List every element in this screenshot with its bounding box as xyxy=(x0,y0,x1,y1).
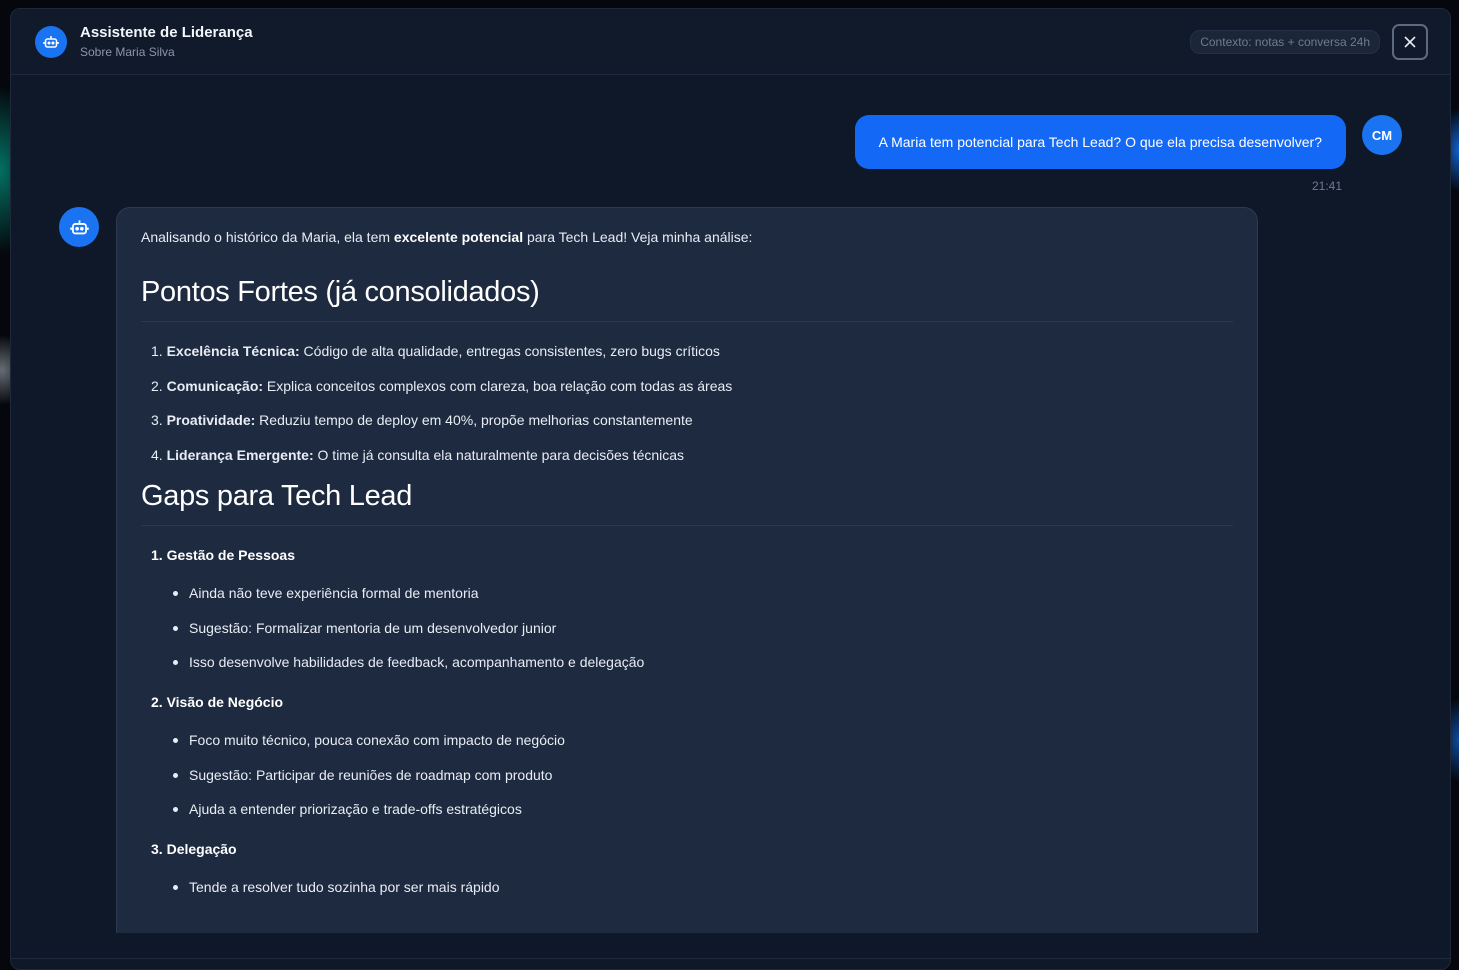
list-item-title: Proatividade: xyxy=(166,412,256,428)
list-number: 2. xyxy=(151,377,163,394)
gaps-heading: Gaps para Tech Lead xyxy=(141,480,1233,526)
intro-emphasis: excelente potencial xyxy=(393,229,524,245)
bot-intro: Analisando o histórico da Maria, ela tem… xyxy=(141,228,1233,246)
bot-message-row: Analisando o histórico da Maria, ela tem… xyxy=(11,207,1450,933)
list-number: 3. xyxy=(151,841,163,857)
bullet-item: Foco muito técnico, pouca conexão com im… xyxy=(173,731,1233,749)
gaps-list: 1. Gestão de Pessoas Ainda não teve exper… xyxy=(141,546,1233,896)
bot-message-bubble: Analisando o histórico da Maria, ela tem… xyxy=(116,207,1258,933)
list-item-title: Excelência Técnica: xyxy=(166,343,300,359)
bullet-item: Sugestão: Formalizar mentoria de um dese… xyxy=(173,619,1233,637)
modal-header: Assistente de Liderança Sobre Maria Silv… xyxy=(11,9,1450,75)
gap-title-text: Gestão de Pessoas xyxy=(166,547,295,563)
list-item: 4. Liderança Emergente: O time já consul… xyxy=(151,446,1233,464)
intro-text: Analisando o histórico da Maria, ela tem xyxy=(141,229,394,245)
list-number: 4. xyxy=(151,446,163,463)
user-message: A Maria tem potencial para Tech Lead? O … xyxy=(854,115,1346,193)
list-item-text: O time já consulta ela naturalmente para… xyxy=(313,446,685,463)
bullet-item: Tende a resolver tudo sozinha por ser ma… xyxy=(173,878,1233,896)
bullet-item: Ajuda a entender priorização e trade-off… xyxy=(173,800,1233,818)
gap-title: 3. Delegação xyxy=(141,840,1233,858)
gap-bullets: Tende a resolver tudo sozinha por ser ma… xyxy=(141,878,1233,896)
list-item: 2. Comunicação: Explica conceitos comple… xyxy=(151,377,1233,395)
list-item-text: Explica conceitos complexos com clareza,… xyxy=(263,377,733,394)
footer-divider xyxy=(11,958,1450,959)
close-icon xyxy=(1404,35,1416,48)
bullet-item: Sugestão: Participar de reuniões de road… xyxy=(173,766,1233,784)
gap-title-text: Visão de Negócio xyxy=(166,694,284,710)
user-avatar: CM xyxy=(1362,115,1402,155)
list-item: 1. Excelência Técnica: Código de alta qu… xyxy=(151,342,1233,360)
list-item-text: Código de alta qualidade, entregas consi… xyxy=(299,343,720,359)
gap-title-text: Delegação xyxy=(166,841,237,857)
gap-item: 3. Delegação Tende a resolver tudo sozinh… xyxy=(141,840,1233,896)
list-number: 1. xyxy=(151,343,163,359)
robot-icon xyxy=(59,207,99,247)
message-timestamp: 21:41 xyxy=(1311,179,1342,193)
list-number: 1. xyxy=(151,547,163,563)
list-item-text: Reduziu tempo de deploy em 40%, propõe m… xyxy=(255,412,693,428)
list-item-title: Comunicação: xyxy=(166,377,264,394)
gap-title: 2. Visão de Negócio xyxy=(141,693,1233,711)
context-badge: Contexto: notas + conversa 24h xyxy=(1190,29,1380,54)
bullet-item: Isso desenvolve habilidades de feedback,… xyxy=(173,653,1233,671)
gap-bullets: Ainda não teve experiência formal de men… xyxy=(141,584,1233,671)
list-item-title: Liderança Emergente: xyxy=(166,446,314,463)
gap-item: 1. Gestão de Pessoas Ainda não teve exper… xyxy=(141,546,1233,671)
strengths-list: 1. Excelência Técnica: Código de alta qu… xyxy=(141,342,1233,464)
assistant-modal: Assistente de Liderança Sobre Maria Silv… xyxy=(10,8,1451,970)
list-number: 2. xyxy=(151,694,163,710)
bullet-item: Ainda não teve experiência formal de men… xyxy=(173,584,1233,602)
close-button[interactable] xyxy=(1392,23,1428,60)
intro-text-end: para Tech Lead! Veja minha análise: xyxy=(523,229,753,245)
modal-title: Assistente de Liderança xyxy=(80,24,253,41)
title-group: Assistente de Liderança Sobre Maria Silv… xyxy=(80,24,253,59)
gap-title: 1. Gestão de Pessoas xyxy=(141,546,1233,564)
header-actions: Contexto: notas + conversa 24h xyxy=(1190,23,1428,60)
list-item: 3. Proatividade: Reduziu tempo de deploy… xyxy=(151,411,1233,429)
strengths-heading: Pontos Fortes (já consolidados) xyxy=(141,276,1233,322)
gap-bullets: Foco muito técnico, pouca conexão com im… xyxy=(141,731,1233,818)
user-message-row: A Maria tem potencial para Tech Lead? O … xyxy=(11,115,1450,193)
robot-icon xyxy=(35,25,67,58)
message-list[interactable]: A Maria tem potencial para Tech Lead? O … xyxy=(11,75,1450,933)
gap-item: 2. Visão de Negócio Foco muito técnico, p… xyxy=(141,693,1233,818)
modal-subtitle: Sobre Maria Silva xyxy=(80,45,175,59)
list-number: 3. xyxy=(151,412,163,428)
user-message-bubble: A Maria tem potencial para Tech Lead? O … xyxy=(854,115,1346,169)
